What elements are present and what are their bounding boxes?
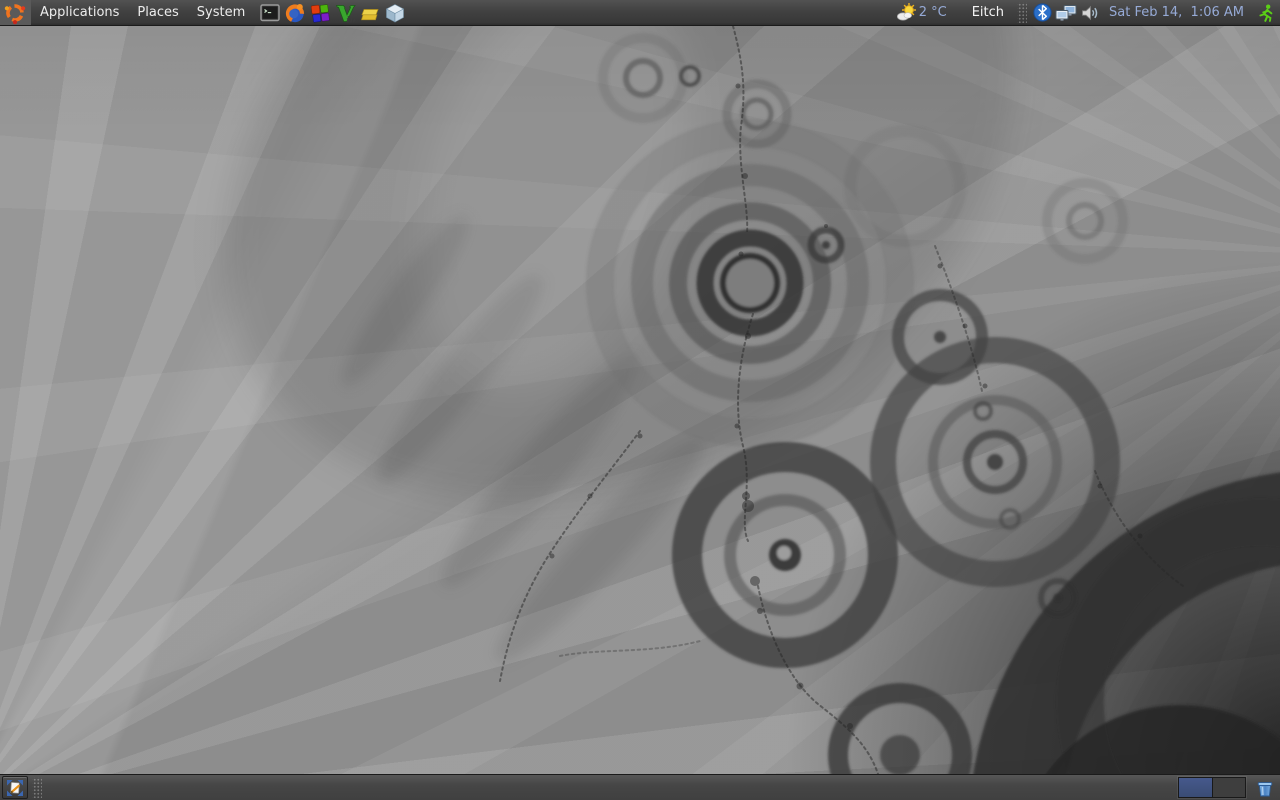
network-icon bbox=[1055, 4, 1077, 21]
terminal-icon bbox=[260, 3, 280, 21]
ubuntu-main-menu[interactable] bbox=[0, 0, 31, 25]
show-desktop-button[interactable] bbox=[2, 776, 28, 799]
system-tray: 2 °C Eitch Sat Feb 14, 1:06 AM bbox=[892, 0, 1280, 25]
trash-icon bbox=[1257, 781, 1273, 796]
wallpaper-fractal-art bbox=[499, 26, 1280, 774]
tray-drag-handle[interactable] bbox=[1017, 2, 1028, 23]
bottom-panel bbox=[0, 774, 1280, 800]
network-applet[interactable] bbox=[1054, 0, 1078, 25]
gvim-icon: im bbox=[336, 4, 357, 24]
show-desktop-icon bbox=[7, 779, 23, 796]
weather-applet[interactable]: 2 °C bbox=[892, 0, 950, 25]
clock-applet[interactable]: Sat Feb 14, 1:06 AM bbox=[1102, 0, 1253, 25]
notes-icon bbox=[361, 8, 379, 20]
cube-icon bbox=[386, 3, 405, 22]
menu-applications-label: Applications bbox=[40, 5, 120, 20]
firefox-icon bbox=[286, 3, 305, 23]
desktop-screen: Applications Places System i 2 °C Eitch … bbox=[0, 0, 1280, 800]
trash-applet[interactable] bbox=[1252, 775, 1278, 800]
launcher-bar: im bbox=[258, 0, 407, 25]
workspace-2[interactable] bbox=[1211, 778, 1245, 797]
launcher-firefox[interactable] bbox=[283, 0, 307, 25]
menu-system[interactable]: System bbox=[188, 0, 254, 25]
ubuntu-logo-icon bbox=[4, 3, 26, 24]
svg-text:im: im bbox=[347, 15, 357, 24]
menu-places[interactable]: Places bbox=[128, 0, 187, 25]
bluetooth-applet[interactable] bbox=[1030, 0, 1054, 25]
launcher-terminal[interactable] bbox=[258, 0, 282, 25]
running-man-icon bbox=[1258, 4, 1272, 22]
volume-applet[interactable] bbox=[1078, 0, 1102, 25]
menu-places-label: Places bbox=[137, 5, 179, 20]
launcher-colored-squares[interactable] bbox=[308, 0, 332, 25]
desktop-wallpaper[interactable] bbox=[0, 26, 1280, 774]
volume-icon bbox=[1082, 5, 1098, 20]
tasklist-drag-handle[interactable] bbox=[32, 777, 42, 798]
colored-squares-icon bbox=[311, 3, 330, 22]
weather-temperature: 2 °C bbox=[918, 5, 947, 20]
workspace-1[interactable] bbox=[1179, 778, 1212, 797]
session-applet[interactable] bbox=[1253, 0, 1277, 25]
launcher-gvim[interactable]: im bbox=[333, 0, 357, 25]
top-panel: Applications Places System i 2 °C Eitch … bbox=[0, 0, 1280, 26]
bluetooth-icon bbox=[1032, 3, 1052, 22]
workspace-switcher[interactable] bbox=[1178, 777, 1246, 798]
menu-applications[interactable]: Applications bbox=[31, 0, 128, 25]
launcher-notes[interactable] bbox=[358, 0, 382, 25]
window-list[interactable] bbox=[45, 775, 1178, 800]
clock-text: Sat Feb 14, 1:06 AM bbox=[1109, 5, 1244, 20]
sun-cloud-icon bbox=[896, 2, 916, 20]
menu-system-label: System bbox=[196, 5, 246, 20]
user-presence-label[interactable]: Eitch bbox=[972, 5, 1004, 20]
launcher-cube[interactable] bbox=[383, 0, 407, 25]
